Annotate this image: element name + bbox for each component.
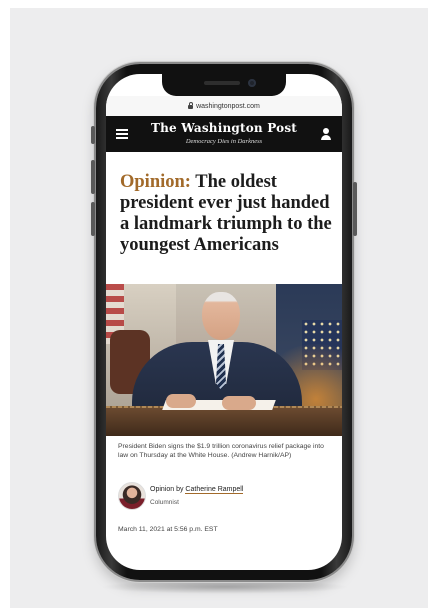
byline: Opinion by Catherine Rampell: [150, 486, 244, 494]
phone-frame: washingtonpost.com The Washington Post D…: [91, 64, 357, 580]
article-photo[interactable]: [106, 284, 342, 436]
phone-screen: washingtonpost.com The Washington Post D…: [106, 74, 342, 570]
site-logo[interactable]: The Washington Post: [106, 121, 342, 135]
byline-prefix: Opinion by: [150, 486, 184, 493]
speaker-grille: [204, 81, 240, 85]
front-camera-icon: [248, 79, 256, 87]
silent-switch: [91, 126, 95, 144]
address-bar[interactable]: washingtonpost.com: [106, 96, 342, 116]
photo-caption: President Biden signs the $1.9 trillion …: [118, 443, 324, 459]
lock-icon: [188, 102, 194, 109]
signing-hand: [222, 396, 256, 410]
person-head: [202, 292, 240, 340]
author-avatar[interactable]: [118, 482, 146, 510]
volume-down-button: [91, 202, 95, 236]
author-link[interactable]: Catherine Rampell: [185, 486, 244, 494]
opinion-kicker: Opinion:: [120, 172, 191, 192]
url-text: washingtonpost.com: [196, 102, 260, 110]
article-headline: Opinion: The oldest president ever just …: [120, 172, 334, 256]
site-tagline: Democracy Dies in Darkness: [185, 138, 263, 145]
phone-shadow: [100, 580, 350, 594]
notch: [162, 74, 286, 96]
volume-up-button: [91, 160, 95, 194]
power-button: [353, 182, 357, 236]
masthead: The Washington Post Democracy Dies in Da…: [106, 116, 342, 152]
publish-date: March 11, 2021 at 5:56 p.m. EST: [118, 526, 218, 533]
desk: [106, 408, 342, 436]
author-role: Columnist: [150, 499, 179, 506]
user-account-icon[interactable]: [320, 128, 332, 140]
